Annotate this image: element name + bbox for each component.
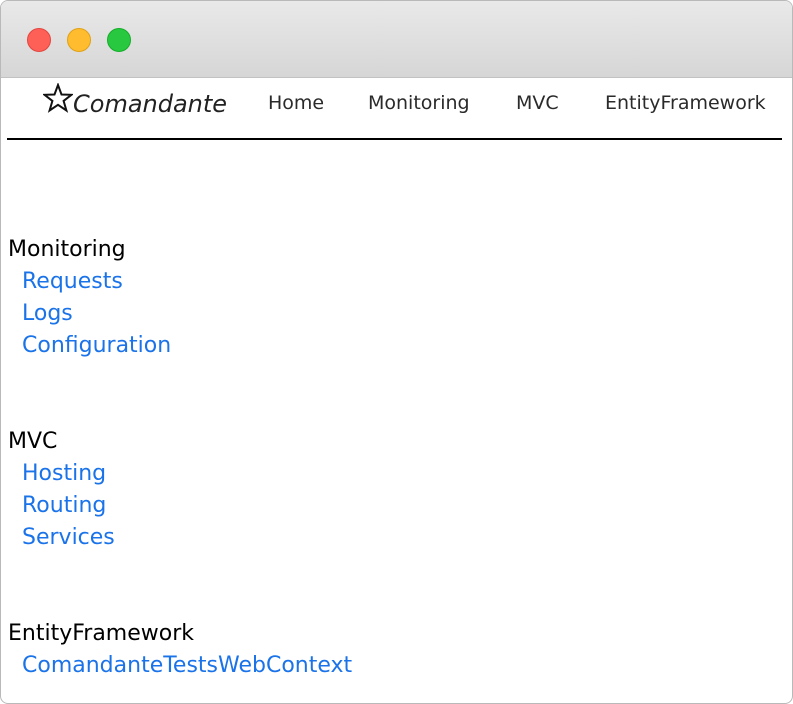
link-hosting[interactable]: Hosting [22,461,106,486]
star-outline-icon [41,82,75,113]
window-titlebar [1,1,792,78]
nav-home-link[interactable]: Home [268,92,324,114]
close-window-button[interactable] [27,28,51,52]
link-comandante-tests-web-context[interactable]: ComandanteTestsWebContext [22,653,352,678]
link-logs[interactable]: Logs [22,301,73,326]
link-requests[interactable]: Requests [22,269,123,294]
section-title-entityframework: EntityFramework [8,621,195,646]
link-routing[interactable]: Routing [22,493,106,518]
minimize-window-button[interactable] [67,28,91,52]
nav-mvc-link[interactable]: MVC [516,92,559,114]
link-services[interactable]: Services [22,525,115,550]
nav-monitoring-link[interactable]: Monitoring [368,92,470,114]
section-title-mvc: MVC [8,429,58,454]
brand-name: Comandante [73,90,228,118]
top-navbar: Comandante Home Monitoring MVC EntityFra… [7,78,782,140]
section-title-monitoring: Monitoring [8,237,126,262]
link-configuration[interactable]: Configuration [22,333,171,358]
nav-entityframework-link[interactable]: EntityFramework [605,92,766,114]
maximize-window-button[interactable] [107,28,131,52]
brand-link[interactable]: Comandante [41,78,228,130]
browser-window: Comandante Home Monitoring MVC EntityFra… [0,0,793,704]
